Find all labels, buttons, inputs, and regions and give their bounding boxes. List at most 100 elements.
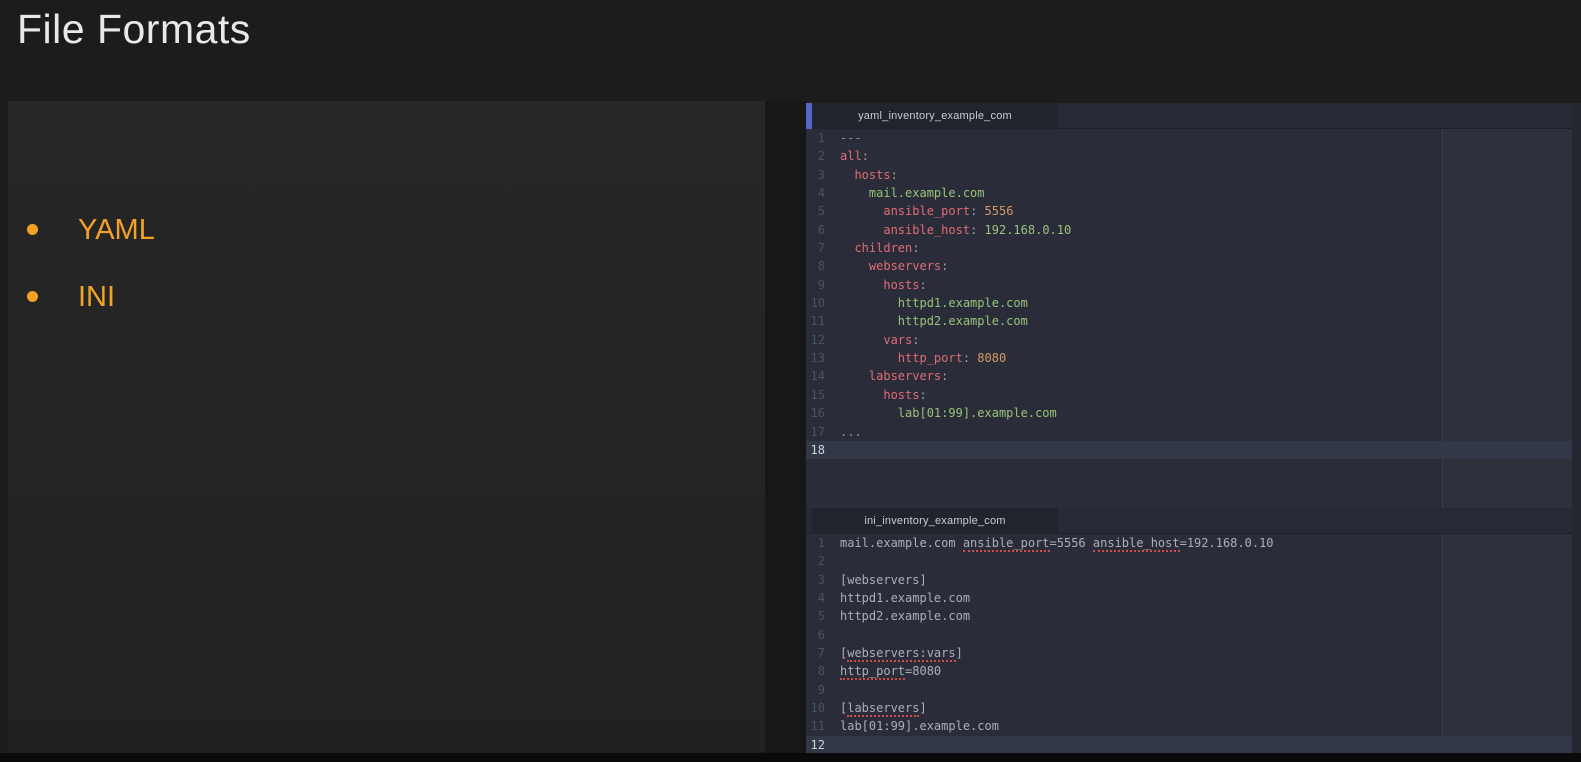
code-text: mail.example.com bbox=[825, 184, 985, 202]
bullet-label: YAML bbox=[78, 213, 155, 247]
line-number: 7 bbox=[806, 239, 825, 257]
code-line[interactable]: 9 hosts: bbox=[806, 276, 1581, 294]
code-text: httpd1.example.com bbox=[825, 294, 1028, 312]
code-area-yaml[interactable]: 1---2all:3 hosts:4 mail.example.com5 ans… bbox=[806, 129, 1581, 508]
code-text: httpd1.example.com bbox=[825, 589, 970, 607]
code-line[interactable]: 9 bbox=[806, 681, 1581, 699]
line-number: 18 bbox=[806, 441, 825, 459]
tab-label: yaml_inventory_example_com bbox=[858, 110, 1012, 122]
line-number: 13 bbox=[806, 349, 825, 367]
panel-gap bbox=[765, 101, 806, 755]
code-text bbox=[825, 736, 840, 754]
code-line[interactable]: 14 labservers: bbox=[806, 367, 1581, 385]
tab-bar: yaml_inventory_example_com bbox=[806, 103, 1581, 129]
code-text: webservers: bbox=[825, 257, 948, 275]
code-area-ini[interactable]: 1mail.example.com ansible_port=5556 ansi… bbox=[806, 534, 1581, 755]
code-text: ... bbox=[825, 423, 862, 441]
bullet-icon bbox=[27, 224, 38, 235]
code-line[interactable]: 6 bbox=[806, 626, 1581, 644]
bullet-label: INI bbox=[78, 280, 115, 314]
line-number: 9 bbox=[806, 681, 825, 699]
code-line[interactable]: 11lab[01:99].example.com bbox=[806, 717, 1581, 735]
code-line[interactable]: 10[labservers] bbox=[806, 699, 1581, 717]
line-number: 6 bbox=[806, 221, 825, 239]
code-text: vars: bbox=[825, 331, 920, 349]
line-number: 3 bbox=[806, 166, 825, 184]
code-text: ansible_host: 192.168.0.10 bbox=[825, 221, 1071, 239]
code-line[interactable]: 7[webservers:vars] bbox=[806, 644, 1581, 662]
tab-ini-inventory[interactable]: ini_inventory_example_com bbox=[812, 508, 1058, 534]
code-line[interactable]: 12 bbox=[806, 736, 1581, 754]
code-line[interactable]: 10 httpd1.example.com bbox=[806, 294, 1581, 312]
line-number: 2 bbox=[806, 147, 825, 165]
editor-panel-ini: ini_inventory_example_com 1mail.example.… bbox=[806, 508, 1581, 755]
code-line[interactable]: 1mail.example.com ansible_port=5556 ansi… bbox=[806, 534, 1581, 552]
code-text bbox=[825, 441, 840, 459]
presentation-slide: File Formats YAML INI yaml_inventory_exa… bbox=[0, 0, 1581, 762]
code-line[interactable]: 4httpd1.example.com bbox=[806, 589, 1581, 607]
tab-yaml-inventory[interactable]: yaml_inventory_example_com bbox=[812, 103, 1058, 129]
code-line[interactable]: 5httpd2.example.com bbox=[806, 607, 1581, 625]
line-number: 1 bbox=[806, 129, 825, 147]
line-number: 12 bbox=[806, 331, 825, 349]
code-line[interactable]: 1--- bbox=[806, 129, 1581, 147]
line-number: 4 bbox=[806, 589, 825, 607]
code-text: children: bbox=[825, 239, 919, 257]
bullet-item-yaml: YAML bbox=[8, 213, 765, 247]
tab-bar: ini_inventory_example_com bbox=[806, 508, 1581, 534]
line-number: 6 bbox=[806, 626, 825, 644]
code-line[interactable]: 3[webservers] bbox=[806, 571, 1581, 589]
code-text: all: bbox=[825, 147, 869, 165]
line-number: 17 bbox=[806, 423, 825, 441]
slide-content-panel: YAML INI bbox=[8, 101, 765, 752]
line-number: 11 bbox=[806, 717, 825, 735]
line-number: 8 bbox=[806, 662, 825, 680]
editor-right-margin bbox=[1572, 508, 1581, 755]
code-text: httpd2.example.com bbox=[825, 312, 1028, 330]
code-line[interactable]: 15 hosts: bbox=[806, 386, 1581, 404]
bottom-bar bbox=[0, 753, 1581, 762]
code-line[interactable]: 6 ansible_host: 192.168.0.10 bbox=[806, 221, 1581, 239]
code-line[interactable]: 12 vars: bbox=[806, 331, 1581, 349]
code-text: lab[01:99].example.com bbox=[825, 404, 1057, 422]
code-line[interactable]: 16 lab[01:99].example.com bbox=[806, 404, 1581, 422]
line-number: 14 bbox=[806, 367, 825, 385]
code-text: mail.example.com ansible_port=5556 ansib… bbox=[825, 534, 1274, 552]
code-line[interactable]: 2all: bbox=[806, 147, 1581, 165]
code-lines: 1mail.example.com ansible_port=5556 ansi… bbox=[806, 534, 1581, 754]
code-text: http_port: 8080 bbox=[825, 349, 1006, 367]
tab-label: ini_inventory_example_com bbox=[864, 515, 1005, 527]
code-line[interactable]: 8 webservers: bbox=[806, 257, 1581, 275]
code-line[interactable]: 8http_port=8080 bbox=[806, 662, 1581, 680]
code-text: hosts: bbox=[825, 276, 927, 294]
line-number: 4 bbox=[806, 184, 825, 202]
code-lines: 1---2all:3 hosts:4 mail.example.com5 ans… bbox=[806, 129, 1581, 459]
code-line[interactable]: 4 mail.example.com bbox=[806, 184, 1581, 202]
line-number: 5 bbox=[806, 202, 825, 220]
code-text: http_port=8080 bbox=[825, 662, 941, 680]
code-text bbox=[825, 626, 840, 644]
line-number: 11 bbox=[806, 312, 825, 330]
code-line[interactable]: 17... bbox=[806, 423, 1581, 441]
bullet-icon bbox=[27, 291, 38, 302]
code-line[interactable]: 2 bbox=[806, 552, 1581, 570]
code-text: hosts: bbox=[825, 166, 898, 184]
code-text bbox=[825, 681, 840, 699]
code-text bbox=[825, 552, 840, 570]
line-number: 5 bbox=[806, 607, 825, 625]
code-line[interactable]: 11 httpd2.example.com bbox=[806, 312, 1581, 330]
code-line[interactable]: 18 bbox=[806, 441, 1581, 459]
editor-panel-yaml: yaml_inventory_example_com 1---2all:3 ho… bbox=[806, 103, 1581, 508]
line-number: 9 bbox=[806, 276, 825, 294]
code-line[interactable]: 3 hosts: bbox=[806, 166, 1581, 184]
code-text: labservers: bbox=[825, 367, 948, 385]
code-line[interactable]: 5 ansible_port: 5556 bbox=[806, 202, 1581, 220]
code-text: --- bbox=[825, 129, 862, 147]
line-number: 7 bbox=[806, 644, 825, 662]
code-text: [webservers:vars] bbox=[825, 644, 963, 662]
code-line[interactable]: 7 children: bbox=[806, 239, 1581, 257]
code-text: lab[01:99].example.com bbox=[825, 717, 999, 735]
line-number: 12 bbox=[806, 736, 825, 754]
code-line[interactable]: 13 http_port: 8080 bbox=[806, 349, 1581, 367]
line-number: 8 bbox=[806, 257, 825, 275]
